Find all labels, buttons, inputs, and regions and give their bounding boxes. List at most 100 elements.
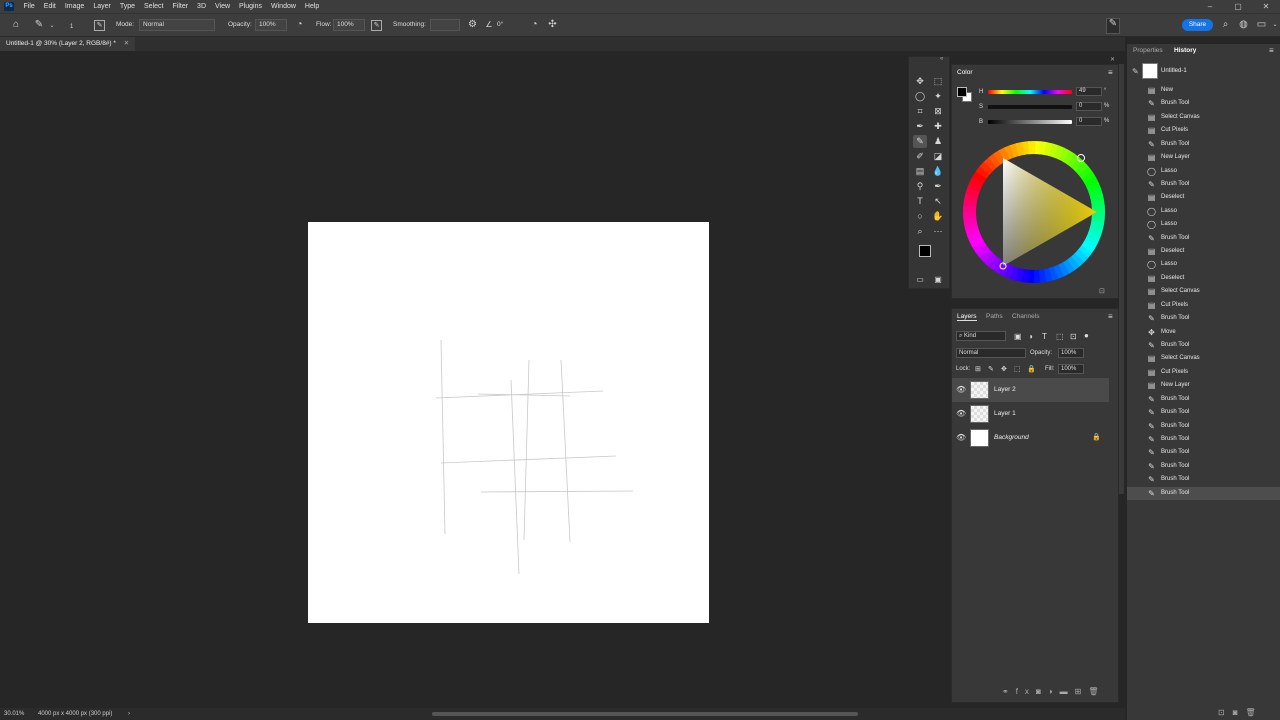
- pen-tool-icon[interactable]: ✒: [931, 180, 945, 193]
- color-panel-expand-icon[interactable]: ⊡: [1099, 287, 1105, 295]
- adjustment-layer-icon[interactable]: ◑: [1048, 687, 1060, 696]
- pressure-size-icon[interactable]: ◔: [529, 20, 540, 30]
- history-step[interactable]: ✎ Brush Tool: [1127, 406, 1280, 419]
- angle-value[interactable]: 0°: [497, 21, 503, 28]
- history-snapshot[interactable]: ✎ Untitled-1: [1127, 61, 1280, 81]
- tab-paths[interactable]: Paths: [986, 313, 1003, 320]
- tab-history[interactable]: History: [1174, 47, 1196, 54]
- chevron-down-icon[interactable]: ⌄: [1271, 20, 1279, 30]
- delete-layer-icon[interactable]: 🗑: [1088, 687, 1105, 696]
- dodge-tool-icon[interactable]: ⚲: [913, 180, 927, 193]
- history-brush-tool-icon[interactable]: ✐: [913, 150, 927, 163]
- fill-input[interactable]: 100%: [1058, 364, 1084, 374]
- history-step[interactable]: ✎ Brush Tool: [1127, 473, 1280, 486]
- blend-mode-select[interactable]: Normal: [956, 348, 1026, 358]
- new-group-icon[interactable]: ▬: [1060, 687, 1075, 696]
- workspace-icon[interactable]: ▭: [1256, 20, 1267, 30]
- layer-row[interactable]: 👁 Layer 1: [952, 402, 1109, 426]
- saturation-slider[interactable]: [988, 105, 1072, 109]
- history-step[interactable]: ✎ Brush Tool: [1127, 312, 1280, 325]
- history-step[interactable]: ▤ Deselect: [1127, 272, 1280, 285]
- airbrush-icon[interactable]: ✎: [371, 20, 382, 31]
- brightness-slider[interactable]: [988, 120, 1072, 124]
- close-panels-icon[interactable]: ✕: [1110, 56, 1115, 63]
- new-layer-icon[interactable]: ⊞: [1075, 687, 1089, 696]
- canvas-horizontal-scrollbar[interactable]: [432, 712, 858, 716]
- history-step[interactable]: ✎ Brush Tool: [1127, 393, 1280, 406]
- saturation-input[interactable]: 0: [1076, 102, 1102, 111]
- flow-input[interactable]: 100%: [333, 19, 365, 31]
- gradient-tool-icon[interactable]: ▤: [913, 165, 927, 178]
- brush-settings-icon[interactable]: ✎: [94, 20, 105, 31]
- history-step[interactable]: ◯ Lasso: [1127, 218, 1280, 231]
- lock-position-icon[interactable]: ✥: [1001, 365, 1007, 373]
- menu-3d[interactable]: 3D: [193, 0, 211, 13]
- filter-toggle-icon[interactable]: ●: [1084, 331, 1089, 340]
- minimize-button[interactable]: –: [1196, 2, 1224, 11]
- camera-icon[interactable]: ◙: [1233, 708, 1246, 717]
- layer-filter-kind-select[interactable]: ⌕ Kind: [956, 331, 1006, 341]
- eraser-tool-icon[interactable]: ◪: [931, 150, 945, 163]
- magic-wand-tool-icon[interactable]: ✦: [931, 90, 945, 103]
- zoom-tool-icon[interactable]: ⌕: [913, 225, 927, 238]
- history-step[interactable]: ▤ New Layer: [1127, 379, 1280, 392]
- history-step[interactable]: ▤ Select Canvas: [1127, 111, 1280, 124]
- chevron-down-icon[interactable]: ⌄: [49, 21, 55, 31]
- document-info[interactable]: 4000 px x 4000 px (300 ppi): [38, 708, 112, 720]
- type-tool-icon[interactable]: T: [913, 195, 927, 208]
- close-window-button[interactable]: ✕: [1252, 2, 1280, 11]
- lock-image-icon[interactable]: ✎: [988, 365, 994, 373]
- layer-row[interactable]: 👁 Layer 2: [952, 378, 1109, 402]
- opacity-input[interactable]: 100%: [255, 19, 287, 31]
- color-wheel[interactable]: [952, 127, 1120, 297]
- hand-tool-icon[interactable]: ✋: [931, 210, 945, 223]
- history-step[interactable]: ▤ Select Canvas: [1127, 285, 1280, 298]
- history-step[interactable]: ✎ Brush Tool: [1127, 232, 1280, 245]
- menu-layer[interactable]: Layer: [89, 0, 116, 13]
- fx-icon[interactable]: fx: [1016, 687, 1036, 696]
- close-tab-icon[interactable]: ✕: [124, 40, 129, 47]
- filter-pixel-icon[interactable]: ▣: [1014, 332, 1022, 341]
- history-step[interactable]: ✎ Brush Tool: [1127, 446, 1280, 459]
- pressure-opacity-icon[interactable]: ◔: [294, 20, 305, 30]
- brightness-input[interactable]: 0: [1076, 117, 1102, 126]
- brush-tool-preset-icon[interactable]: ✎: [33, 20, 45, 30]
- healing-brush-tool-icon[interactable]: ✚: [931, 120, 945, 133]
- menu-image[interactable]: Image: [60, 0, 88, 13]
- document-canvas[interactable]: [308, 222, 709, 623]
- visibility-eye-icon[interactable]: 👁: [956, 385, 966, 394]
- screen-mode-icon[interactable]: ▣: [931, 273, 945, 286]
- menu-filter[interactable]: Filter: [168, 0, 193, 13]
- layer-row[interactable]: 👁 Background 🔒: [952, 426, 1109, 450]
- blur-tool-icon[interactable]: 💧: [931, 165, 945, 178]
- history-step[interactable]: ✥ Move: [1127, 326, 1280, 339]
- history-step[interactable]: ◯ Lasso: [1127, 165, 1280, 178]
- filter-type-icon[interactable]: T: [1042, 332, 1047, 341]
- visibility-eye-icon[interactable]: 👁: [956, 409, 966, 418]
- panel-scrollbar[interactable]: [1119, 64, 1124, 494]
- history-step[interactable]: ✎ Brush Tool: [1127, 138, 1280, 151]
- marquee-tool-icon[interactable]: ⬚: [931, 75, 945, 88]
- tab-properties[interactable]: Properties: [1133, 47, 1163, 54]
- home-icon[interactable]: ⌂: [10, 20, 22, 30]
- collapse-panels-icon[interactable]: «: [940, 56, 943, 62]
- path-selection-tool-icon[interactable]: ↖: [931, 195, 945, 208]
- filter-shape-icon[interactable]: ⬚: [1056, 332, 1064, 341]
- history-step[interactable]: ✎ Brush Tool: [1127, 97, 1280, 110]
- history-step[interactable]: ▤ Select Canvas: [1127, 352, 1280, 365]
- mode-select[interactable]: Normal: [139, 19, 215, 31]
- layers-panel-menu-icon[interactable]: ≡: [1108, 312, 1113, 321]
- visibility-eye-icon[interactable]: 👁: [956, 433, 966, 442]
- filter-smart-object-icon[interactable]: ⊡: [1070, 332, 1077, 341]
- history-step[interactable]: ▤ Deselect: [1127, 191, 1280, 204]
- tab-channels[interactable]: Channels: [1012, 313, 1039, 320]
- frame-tool-icon[interactable]: ⊠: [931, 105, 945, 118]
- color-panel-title[interactable]: Color: [957, 69, 973, 76]
- maximize-button[interactable]: ▢: [1224, 2, 1252, 11]
- color-foreground-swatch[interactable]: [957, 87, 967, 97]
- history-step[interactable]: ◯ Lasso: [1127, 205, 1280, 218]
- history-step[interactable]: ▤ Cut Pixels: [1127, 299, 1280, 312]
- brush-size-value[interactable]: 1: [70, 24, 73, 30]
- layer-opacity-input[interactable]: 100%: [1058, 348, 1084, 358]
- history-step[interactable]: ▤ Deselect: [1127, 245, 1280, 258]
